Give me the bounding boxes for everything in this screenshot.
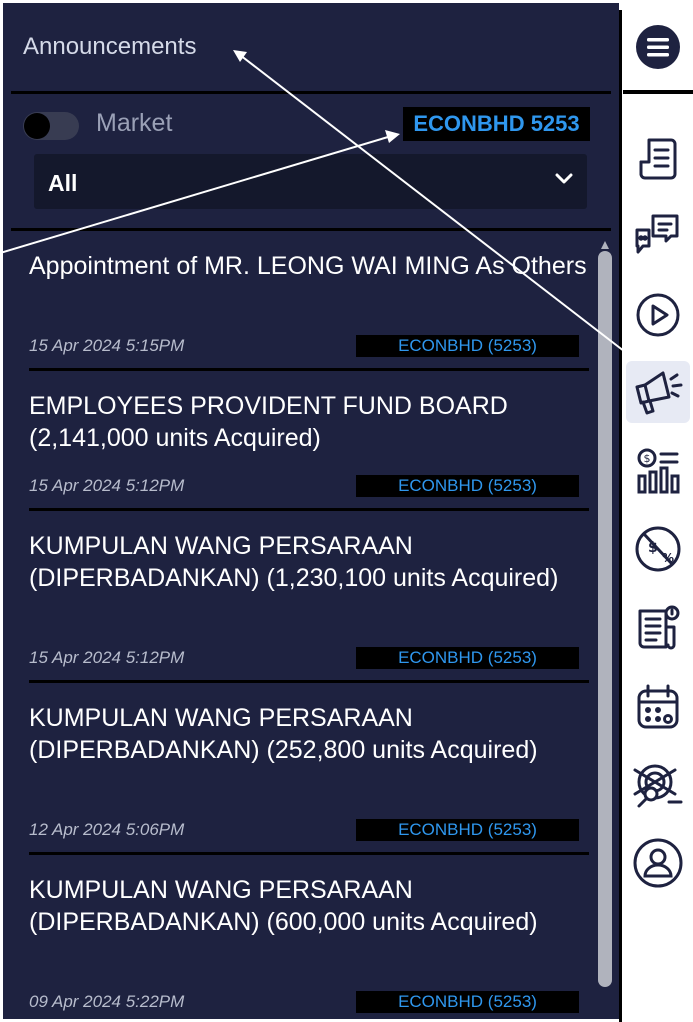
header-divider [11,91,611,94]
market-toggle-label: Market [96,109,173,137]
announcement-title[interactable]: Appointment of MR. LEONG WAI MING As Oth… [29,250,589,282]
scroll-up-arrow-icon[interactable] [601,241,609,249]
list-scrollbar[interactable] [598,251,612,987]
announcement-title[interactable]: KUMPULAN WANG PERSARAAN (DIPERBADANKAN) … [29,530,589,594]
play-icon[interactable] [623,284,693,346]
announcement-code[interactable]: ECONBHD (5253) [356,335,579,357]
news-icon[interactable] [623,597,693,659]
dividend-chart-icon[interactable]: $ [623,440,693,502]
announcement-title[interactable]: KUMPULAN WANG PERSARAAN (DIPERBADANKAN) … [29,874,589,938]
announcement-code[interactable]: ECONBHD (5253) [356,647,579,669]
announcement-title[interactable]: KUMPULAN WANG PERSARAAN (DIPERBADANKAN) … [29,702,589,766]
calendar-icon[interactable] [623,676,693,738]
menu-icon[interactable] [623,16,693,78]
discount-icon[interactable]: $% [623,518,693,580]
item-divider [29,508,589,511]
announcement-date: 15 Apr 2024 5:12PM [29,476,185,495]
megaphone-icon[interactable] [626,361,690,423]
document-icon[interactable] [623,127,693,189]
svg-text:$: $ [644,452,651,465]
category-select[interactable]: All [34,154,587,209]
category-select-value: All [48,170,78,196]
chat-icon[interactable] [623,205,693,267]
announcement-date: 12 Apr 2024 5:06PM [29,820,185,839]
sidebar-divider [619,10,622,1022]
toggle-knob [24,113,50,139]
announcement-code[interactable]: ECONBHD (5253) [356,991,579,1013]
item-divider [29,852,589,855]
sidebar-rule [623,90,693,94]
chevron-down-icon [555,172,573,191]
announcement-date: 09 Apr 2024 5:22PM [29,992,185,1011]
announcement-date: 15 Apr 2024 5:12PM [29,648,185,667]
market-toggle[interactable] [23,112,79,140]
announcement-date: 15 Apr 2024 5:15PM [29,336,185,355]
announcement-code[interactable]: ECONBHD (5253) [356,475,579,497]
item-divider [29,368,589,371]
announcement-code[interactable]: ECONBHD (5253) [356,819,579,841]
svg-text:$: $ [648,540,658,556]
svg-text:%: % [662,551,674,565]
panel-title: Announcements [23,33,197,60]
sidebar: $ $% [623,0,693,1022]
filter-divider [11,228,611,231]
announcement-title[interactable]: EMPLOYEES PROVIDENT FUND BOARD (2,141,00… [29,390,589,454]
ticker-tag[interactable]: ECONBHD 5253 [403,107,590,141]
announcements-panel: Announcements Market ECONBHD 5253 All Ap… [3,3,619,1019]
user-icon[interactable] [623,832,693,894]
item-divider [29,680,589,683]
radar-icon[interactable] [623,754,693,816]
